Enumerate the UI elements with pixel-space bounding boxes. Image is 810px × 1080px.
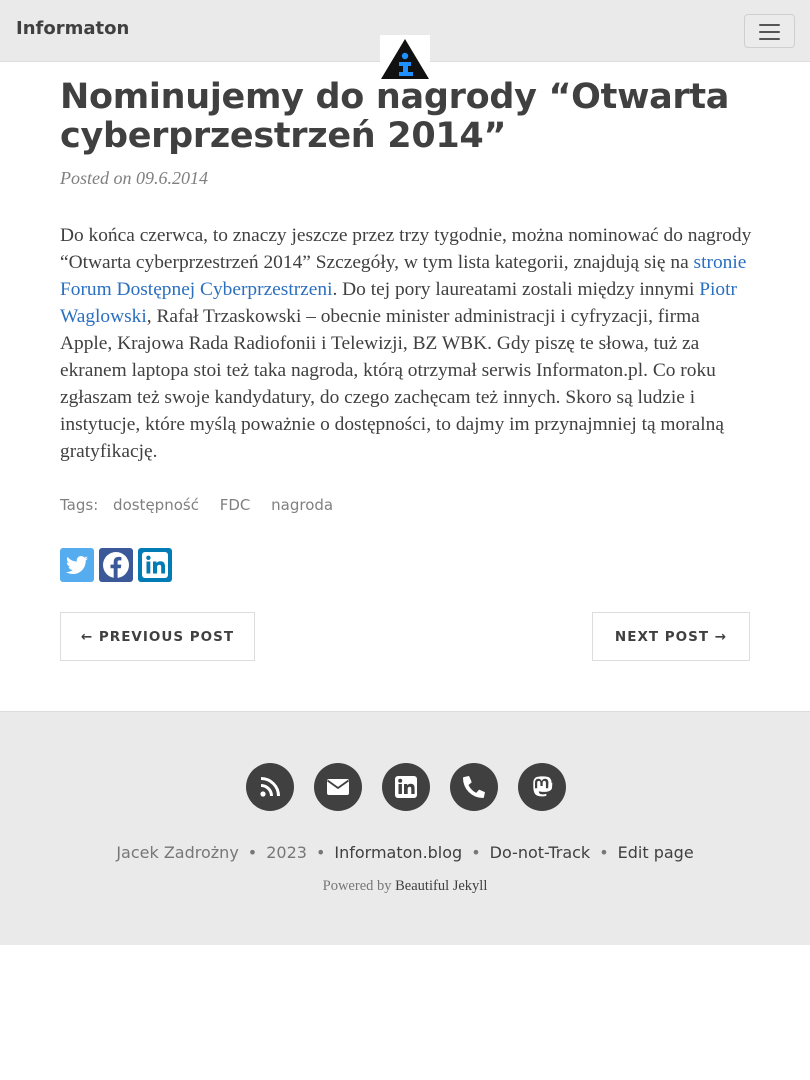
tag-link[interactable]: nagroda [271,496,333,514]
tags: Tags: dostępność FDC nagroda [60,496,349,514]
phone-icon [462,776,485,799]
informaton-logo-icon [381,39,429,79]
previous-post-button[interactable]: ← PREVIOUS POST [60,612,255,661]
linkedin-share-button[interactable] [138,548,172,582]
rss-button[interactable] [246,763,294,811]
powered-by-text: Powered by [322,878,396,894]
next-post-button[interactable]: NEXT POST → [592,612,750,661]
brand-link[interactable]: Informaton [16,18,129,39]
phone-button[interactable] [450,763,498,811]
tag-link[interactable]: FDC [220,496,251,514]
envelope-icon [326,779,350,795]
author-name: Jacek Zadrożny [116,843,239,862]
rss-icon [260,777,280,797]
site-link[interactable]: Informaton.blog [334,843,462,862]
post-text: . Do tej pory laureatami zostali między … [332,279,700,300]
avatar[interactable] [380,35,430,83]
hamburger-menu-icon [759,24,780,26]
tag-link[interactable]: dostępność [113,496,199,514]
post-content: Do końca czerwca, to znaczy jeszcze prze… [60,222,755,465]
powered-by: Powered by Beautiful Jekyll [0,878,810,895]
do-not-track-link[interactable]: Do-not-Track [490,843,591,862]
beautiful-jekyll-link[interactable]: Beautiful Jekyll [395,878,487,894]
footer: Jacek Zadrożny • 2023 • Informaton.blog • Do-n… [0,711,810,945]
linkedin-icon [142,552,168,578]
facebook-icon [103,552,129,578]
linkedin-icon [395,776,417,798]
post-text: , Rafał Trzaskowski – obecnie minister a… [60,306,724,462]
post-text: Do końca czerwca, to znaczy jeszcze prze… [60,225,752,273]
copyright-year: 2023 [266,843,307,862]
post-date: Posted on 09.6.2014 [60,168,208,188]
tags-label: Tags: [60,496,99,514]
facebook-share-button[interactable] [99,548,133,582]
page-title: Nominujemy do nagrody “Otwarta cyberprze… [60,77,730,156]
menu-toggle-button[interactable] [744,14,795,48]
mastodon-icon [533,776,553,797]
mastodon-button[interactable] [518,763,566,811]
email-button[interactable] [314,763,362,811]
twitter-icon [66,556,88,575]
linkedin-button[interactable] [382,763,430,811]
twitter-share-button[interactable] [60,548,94,582]
footer-credits: Jacek Zadrożny • 2023 • Informaton.blog • Do-n… [116,843,694,862]
edit-page-link[interactable]: Edit page [618,843,694,862]
